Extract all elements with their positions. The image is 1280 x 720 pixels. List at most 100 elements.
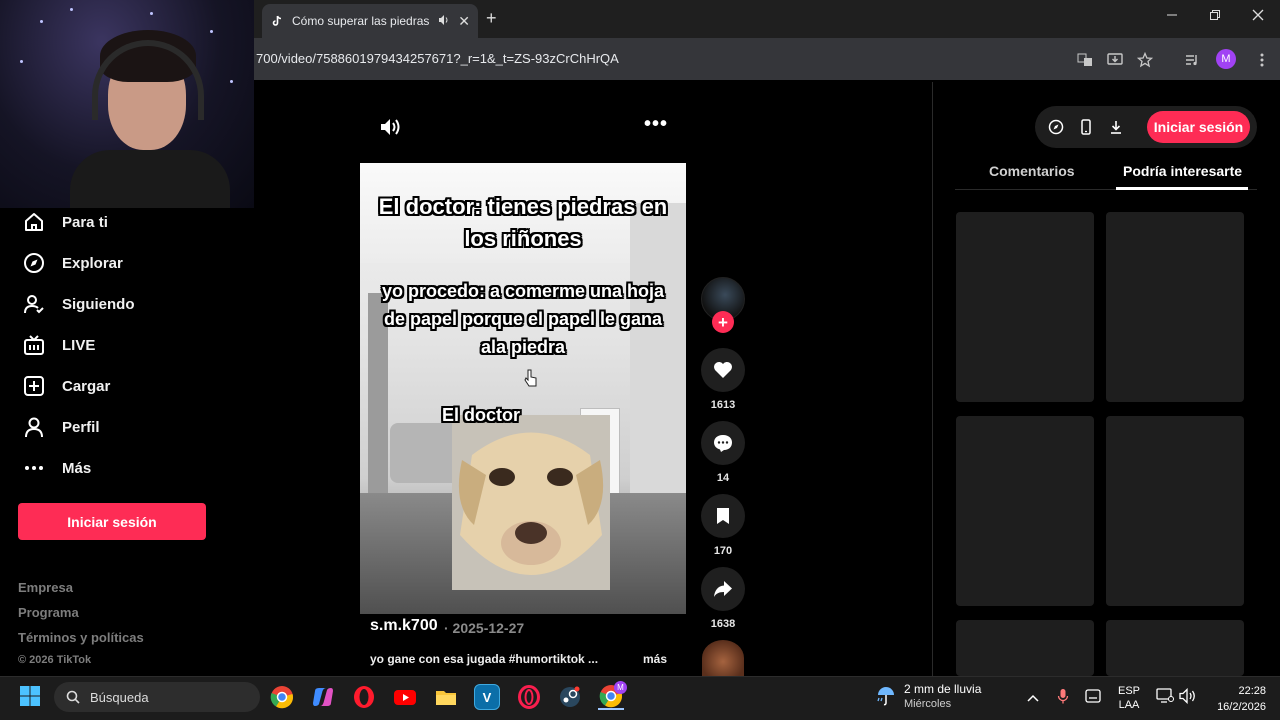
profile-avatar[interactable]: M [1216, 49, 1236, 69]
suggested-video-thumb[interactable] [1106, 416, 1244, 606]
more-dots-icon [22, 456, 46, 480]
footer-link-terminos[interactable]: Términos y políticas [18, 630, 144, 645]
opera-app-icon[interactable] [351, 684, 377, 710]
tray-chevron-up-icon[interactable] [1027, 690, 1039, 708]
compass-icon[interactable] [1045, 116, 1067, 138]
suggested-video-thumb[interactable] [956, 620, 1094, 676]
mobile-device-icon[interactable] [1075, 116, 1097, 138]
weather-title[interactable]: 2 mm de lluvia [904, 682, 981, 696]
sidebar-item-cargar[interactable]: Cargar [22, 373, 110, 399]
user-follow-icon [22, 292, 46, 316]
tab-podria-interesarte[interactable]: Podría interesarte [1123, 163, 1242, 179]
chrome-app-icon[interactable] [269, 684, 295, 710]
login-button[interactable]: Iniciar sesión [18, 503, 206, 540]
suggested-video-thumb[interactable] [956, 416, 1094, 606]
url-field[interactable]: 700/video/7588601979434257671?_r=1&_t=ZS… [256, 51, 619, 66]
install-app-icon[interactable] [1105, 50, 1125, 70]
tab-comentarios[interactable]: Comentarios [989, 163, 1075, 179]
heart-icon [714, 362, 732, 378]
sidebar-item-label: Siguiendo [62, 295, 135, 313]
save-count: 170 [713, 545, 733, 557]
active-tab-indicator [1116, 187, 1248, 190]
keyboard-layout-icon[interactable] [1085, 689, 1101, 708]
browser-tab-active[interactable]: Cómo superar las piedras e ✕ [262, 4, 478, 38]
footer-link-empresa[interactable]: Empresa [18, 580, 73, 595]
share-count: 1638 [710, 618, 736, 630]
suggested-video-thumb[interactable] [1106, 212, 1244, 402]
suggested-video-thumb[interactable] [956, 212, 1094, 402]
login-button-header[interactable]: Iniciar sesión [1147, 111, 1250, 143]
microphone-icon[interactable] [1057, 688, 1069, 709]
panel-divider [932, 82, 933, 676]
language-indicator[interactable]: ESP LAA [1116, 684, 1142, 712]
language-code: ESP [1117, 685, 1140, 697]
compass-icon [22, 251, 46, 275]
sidebar-item-para-ti[interactable]: Para ti [22, 209, 108, 235]
tab-title: Cómo superar las piedras e [292, 14, 431, 28]
volume-icon[interactable] [379, 116, 401, 138]
description-more-link[interactable]: más [643, 652, 667, 666]
vb-app-icon[interactable]: V [474, 684, 500, 710]
windows-start-icon[interactable] [19, 685, 41, 712]
live-tv-icon [22, 333, 46, 357]
author-name[interactable]: s.m.k700 [370, 617, 438, 635]
sidebar-item-explorar[interactable]: Explorar [22, 250, 123, 276]
file-explorer-icon[interactable] [433, 684, 459, 710]
browser-menu-icon[interactable] [1252, 50, 1272, 70]
media-queue-icon[interactable] [1182, 50, 1202, 70]
language-layout: LAA [1118, 699, 1140, 711]
footer-link-programa[interactable]: Programa [18, 605, 79, 620]
sidebar-item-mas[interactable]: Más [22, 455, 91, 481]
webcam-overlay [0, 0, 254, 208]
search-icon [66, 690, 80, 704]
caption-label: El doctor [442, 405, 521, 425]
copilot-app-icon[interactable] [310, 684, 336, 710]
clock-date: 16/2/2026 [1217, 701, 1266, 713]
comment-count: 14 [716, 472, 730, 484]
comment-icon [714, 435, 732, 452]
follow-button[interactable]: + [712, 311, 734, 333]
post-description: yo gane con esa jugada #humortiktok ... [370, 652, 599, 666]
tab-close-icon[interactable]: ✕ [458, 13, 470, 30]
sidebar-item-label: Perfil [62, 418, 100, 436]
chrome-profile-badge: M [614, 681, 627, 694]
tab-audio-icon[interactable] [438, 14, 450, 29]
sidebar-item-siguiendo[interactable]: Siguiendo [22, 291, 135, 317]
copyright: © 2026 TikTok [18, 654, 92, 666]
video-player[interactable]: El doctor: tienes piedras en los riñones… [360, 163, 686, 614]
hand-cursor-icon [524, 368, 538, 390]
share-button[interactable] [701, 567, 745, 611]
sidebar-item-live[interactable]: LIVE [22, 332, 95, 358]
new-tab-button[interactable]: + [486, 8, 497, 29]
caption-middle: yo procedo: a comerme una hoja de papel … [381, 281, 665, 357]
close-window-icon[interactable] [1252, 8, 1264, 24]
bookmark-star-icon[interactable] [1135, 50, 1155, 70]
restore-icon[interactable] [1209, 8, 1221, 24]
weather-rain-icon[interactable] [874, 684, 898, 711]
speaker-icon[interactable] [1179, 687, 1197, 709]
suggested-video-thumb[interactable] [1106, 620, 1244, 676]
comment-button[interactable] [701, 421, 745, 465]
translate-icon[interactable] [1075, 50, 1095, 70]
steam-app-icon[interactable] [557, 684, 583, 710]
minimize-icon[interactable] [1166, 8, 1178, 24]
download-icon[interactable] [1105, 116, 1127, 138]
like-count: 1613 [710, 399, 736, 411]
bookmark-icon [717, 508, 729, 524]
save-button[interactable] [701, 494, 745, 538]
upload-plus-icon [22, 374, 46, 398]
sidebar-item-perfil[interactable]: Perfil [22, 414, 100, 440]
sidebar-item-label: Más [62, 459, 92, 477]
share-arrow-icon [714, 581, 732, 597]
network-icon[interactable] [1156, 688, 1174, 709]
system-clock[interactable]: 22:28 16/2/2026 [1204, 683, 1266, 715]
music-disc[interactable] [702, 640, 744, 676]
search-placeholder: Búsqueda [90, 689, 149, 705]
youtube-app-icon[interactable] [392, 684, 418, 710]
home-icon [22, 210, 46, 234]
sidebar-item-label: Explorar [62, 254, 123, 272]
like-button[interactable] [701, 348, 745, 392]
video-more-options[interactable]: ••• [644, 113, 668, 136]
taskbar-search[interactable]: Búsqueda [54, 682, 260, 712]
opera-gx-app-icon[interactable] [516, 684, 542, 710]
